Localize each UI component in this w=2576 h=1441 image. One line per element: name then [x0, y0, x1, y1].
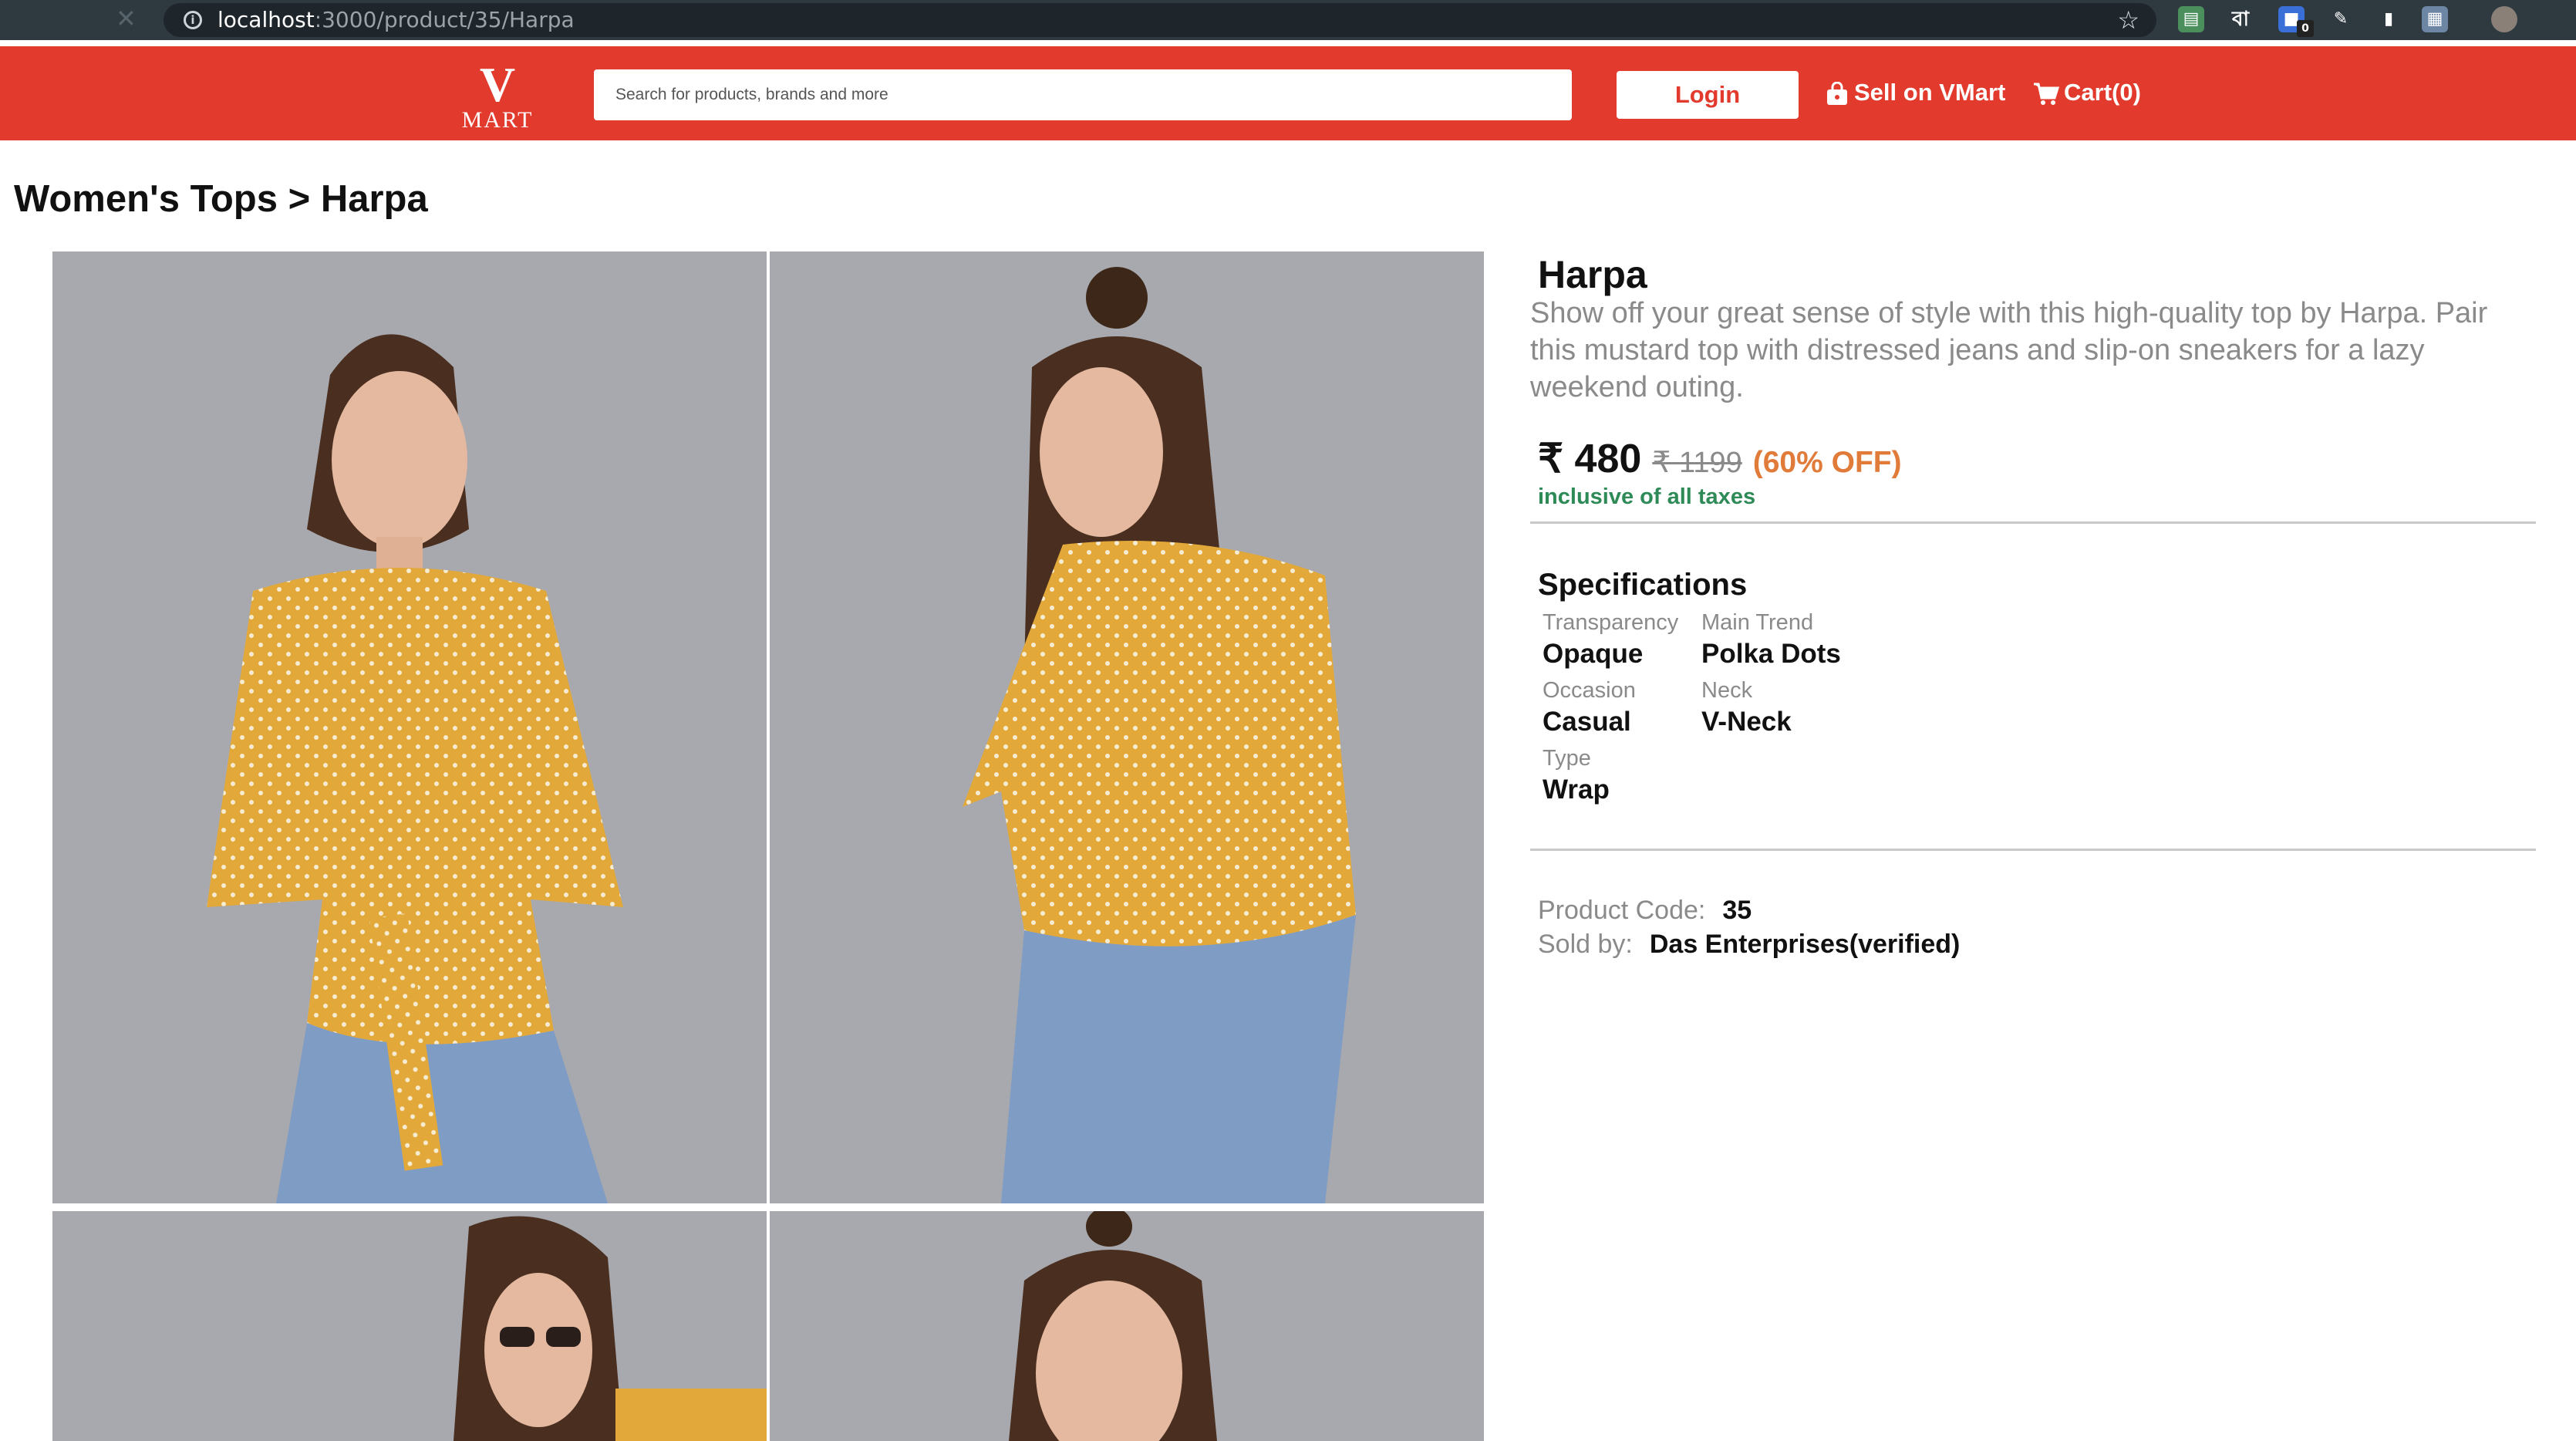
lock-extension-icon[interactable]: ▮ [2375, 6, 2402, 32]
extension-icon[interactable]: ▤ [2178, 6, 2204, 32]
product-photo-back[interactable] [770, 251, 1484, 1203]
spec-occasion: Occasion Casual [1543, 678, 1636, 737]
product-photo-sunglasses[interactable] [52, 1211, 767, 1441]
product-title: Harpa [1538, 253, 1647, 296]
vmart-logo[interactable]: V MART [455, 60, 540, 132]
cart-icon [2034, 83, 2059, 105]
product-code: 35 [1722, 896, 1752, 925]
url-text: localhost:3000/product/35/Harpa [217, 7, 575, 32]
bengali-extension-icon[interactable]: বা [2227, 6, 2254, 32]
sell-on-vmart-link[interactable]: Sell on VMart [1825, 77, 2005, 108]
login-button[interactable]: Login [1617, 71, 1799, 119]
taxes-note: inclusive of all taxes [1538, 484, 1756, 509]
discount-label: (60% OFF) [1752, 446, 1902, 479]
specifications-heading: Specifications [1538, 568, 1748, 602]
shopping-bag-icon [1827, 81, 1847, 105]
selling-price: ₹ 480 [1538, 437, 1642, 481]
model-back-image [770, 251, 1484, 1203]
spec-main-trend: Main Trend Polka Dots [1701, 610, 1841, 669]
bookmark-star-icon[interactable]: ☆ [2117, 6, 2139, 34]
spec-type: Type Wrap [1543, 746, 1610, 805]
close-tab-icon[interactable]: ✕ [116, 3, 137, 34]
product-photo-front[interactable] [52, 251, 767, 1203]
spec-neck: Neck V-Neck [1701, 678, 1792, 737]
original-price: ₹ 1199 [1652, 447, 1742, 479]
search-input[interactable] [594, 69, 1572, 120]
model-front-image [52, 251, 767, 1203]
product-description: Show off your great sense of style with … [1530, 297, 2488, 403]
address-bar[interactable]: i localhost:3000/product/35/Harpa ☆ [164, 3, 2156, 37]
product-code-row: Product Code: 35 [1538, 896, 1752, 925]
eyedropper-icon[interactable]: ✎ [2328, 6, 2354, 32]
product-photo-closeup[interactable] [770, 1211, 1484, 1441]
divider [1530, 849, 2536, 851]
site-header: V MART Login Sell on VMart Cart(0) [0, 46, 2576, 140]
sold-by-row: Sold by: Das Enterprises(verified) [1538, 930, 1961, 959]
cart-link[interactable]: Cart(0) [2033, 77, 2141, 108]
model-closeup-image [770, 1211, 1484, 1441]
site-info-icon[interactable]: i [184, 11, 202, 29]
divider [1530, 521, 2536, 524]
reader-extension-icon[interactable]: ▦ [2422, 6, 2448, 32]
spec-transparency: Transparency Opaque [1543, 610, 1679, 669]
extension-badge: 0 [2297, 20, 2314, 37]
breadcrumb: Women's Tops > Harpa [14, 178, 428, 220]
profile-avatar[interactable] [2491, 6, 2517, 32]
model-sunglasses-image [52, 1211, 767, 1441]
seller-name: Das Enterprises(verified) [1649, 930, 1961, 959]
browser-toolbar: ✕ i localhost:3000/product/35/Harpa ☆ ▤ … [0, 0, 2576, 40]
